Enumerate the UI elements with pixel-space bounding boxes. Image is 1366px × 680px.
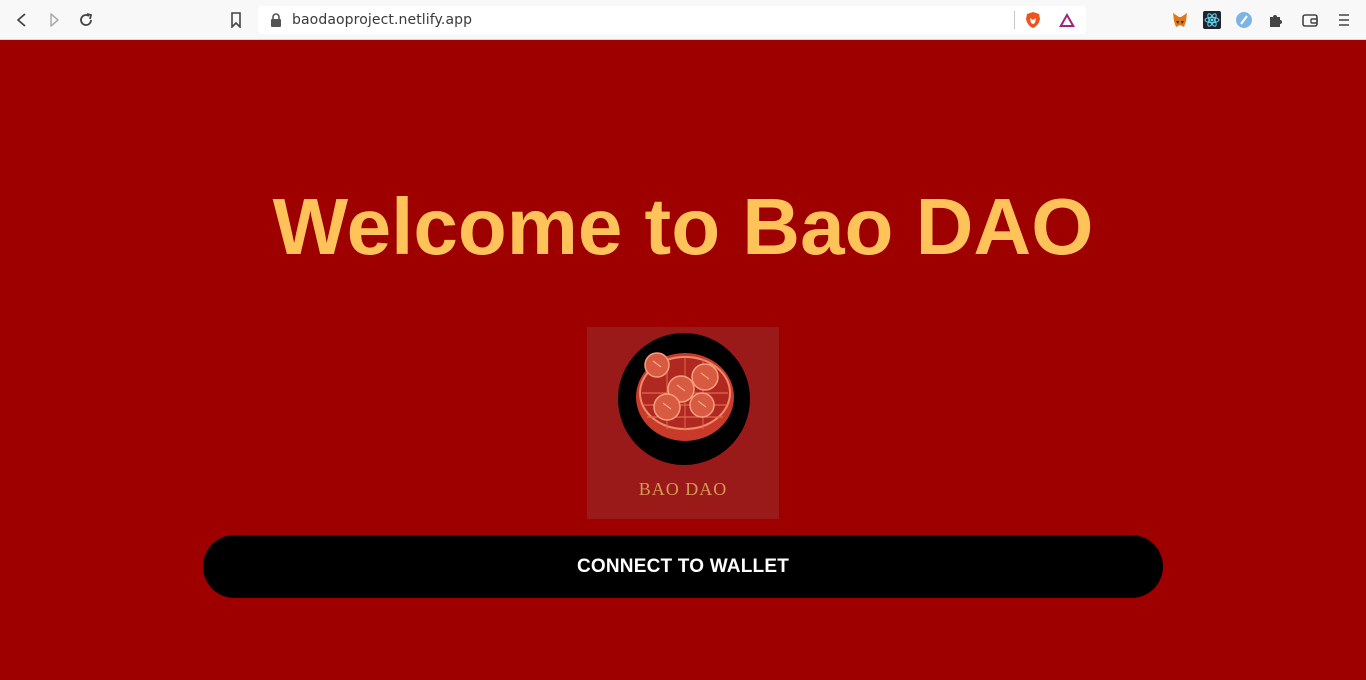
reload-icon[interactable]: [74, 8, 98, 32]
bao-dao-logo: BAO DAO: [587, 327, 779, 519]
browser-toolbar: baodaoproject.netlify.app: [0, 0, 1366, 40]
puzzle-icon[interactable]: [1267, 11, 1285, 29]
logo-text: BAO DAO: [638, 479, 728, 499]
wallet-icon[interactable]: [1301, 11, 1319, 29]
extension-icon[interactable]: [1235, 11, 1253, 29]
brave-rewards-icon[interactable]: [1058, 11, 1076, 34]
page-content: Welcome to Bao DAO BAO DAO CONNECT TO WA…: [0, 40, 1366, 680]
address-bar[interactable]: baodaoproject.netlify.app: [258, 6, 1086, 34]
url-divider: [1014, 11, 1015, 29]
bookmark-icon[interactable]: [224, 8, 248, 32]
menu-icon[interactable]: [1335, 11, 1353, 29]
forward-icon[interactable]: [42, 8, 66, 32]
metamask-icon[interactable]: [1171, 11, 1189, 29]
back-icon[interactable]: [10, 8, 34, 32]
lock-icon: [270, 12, 284, 28]
brave-shields-icon[interactable]: [1024, 11, 1042, 34]
react-devtools-icon[interactable]: [1203, 11, 1221, 29]
url-text: baodaoproject.netlify.app: [292, 12, 473, 28]
connect-wallet-button[interactable]: CONNECT TO WALLET: [203, 535, 1163, 598]
page-title: Welcome to Bao DAO: [272, 182, 1094, 271]
